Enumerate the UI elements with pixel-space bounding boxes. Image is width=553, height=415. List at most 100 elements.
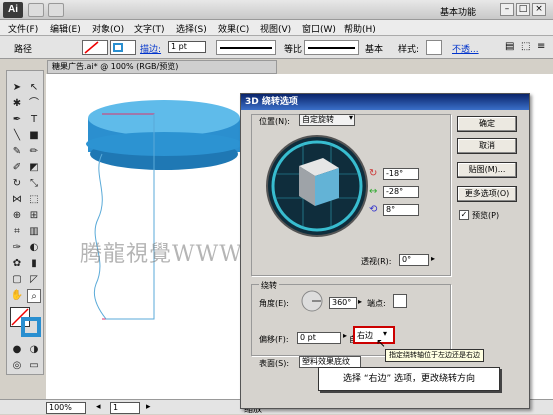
pen-tool-icon[interactable]: ✒ [10,113,24,127]
surface-value: 塑料效果底纹 [302,357,350,366]
menu-object[interactable]: 对象(O) [92,22,124,35]
angle-label: 角度(E): [259,299,289,308]
gradient-mode-icon[interactable]: ◑ [27,343,41,357]
perspective-arrow-icon[interactable]: ▸ [431,254,435,263]
free-transform-tool-icon[interactable]: ⬚ [27,193,41,207]
scale-tool-icon[interactable]: ⤡ [27,177,41,191]
screen-mode-icon[interactable]: ▭ [27,359,41,373]
cap-label: 端点: [367,299,386,308]
menu-type[interactable]: 文字(T) [134,22,165,35]
eraser-tool-icon[interactable]: ◩ [27,161,41,175]
bridge-icon[interactable] [28,3,44,17]
y-rotation-icon: ↔ [369,186,378,197]
graphic-style-swatch[interactable] [426,40,442,55]
edge-dropdown[interactable]: 右边 ▾ [353,326,395,344]
cancel-button[interactable]: 取消 [457,138,517,154]
angle-field[interactable]: 360° [329,297,357,309]
zoom-field[interactable]: 100% [46,402,86,414]
variable-width-profile[interactable] [216,40,276,55]
angle-arrow-icon[interactable]: ▸ [358,297,362,306]
close-button[interactable]: × [532,3,546,16]
stroke-weight-field[interactable]: 1 pt [168,41,206,53]
instruction-callout: 选择 “右边” 选项，更改绕转方向 [318,367,500,391]
z-rotation-icon: ⟲ [369,204,378,215]
menu-effect[interactable]: 效果(C) [218,22,249,35]
type-tool-icon[interactable]: T [27,113,41,127]
direct-selection-tool-icon[interactable]: ↖ [27,81,41,95]
map-art-button[interactable]: 贴图(M)... [457,162,517,178]
brush-definition[interactable] [304,40,359,55]
fill-swatch[interactable] [82,40,108,55]
pencil-tool-icon[interactable]: ✏ [27,145,41,159]
shape-builder-tool-icon[interactable]: ⊕ [10,209,24,223]
blend-tool-icon[interactable]: ◐ [27,241,41,255]
menu-help[interactable]: 帮助(H) [344,22,376,35]
eyedropper-tool-icon[interactable]: ✑ [10,241,24,255]
perspective-grid-tool-icon[interactable]: ⊞ [27,209,41,223]
workspace-switcher[interactable]: 基本功能 [440,5,476,18]
menu-select[interactable]: 选择(S) [176,22,207,35]
position-dropdown[interactable]: 自定旋转 [299,114,355,126]
angle-dial[interactable] [299,290,325,312]
symbol-sprayer-tool-icon[interactable]: ✿ [10,257,24,271]
stroke-link[interactable]: 描边: [140,42,161,55]
mesh-tool-icon[interactable]: ⌗ [10,225,24,239]
artboard-tool-icon[interactable]: ▢ [10,273,24,287]
perspective-field[interactable]: 0° [399,254,429,266]
mouse-cursor-icon: ↖ [376,336,387,350]
offset-field[interactable]: 0 pt [297,332,341,344]
zoom-tool-icon[interactable]: ⌕ [27,289,41,303]
gradient-tool-icon[interactable]: ▥ [27,225,41,239]
menu-edit[interactable]: 编辑(E) [50,22,81,35]
more-options-button[interactable]: 更多选项(O) [457,186,517,202]
width-tool-icon[interactable]: ⋈ [10,193,24,207]
preview-checkbox[interactable]: ✓ [459,210,469,220]
z-rotation-field[interactable]: 8° [383,204,419,216]
edge-value: 右边 [357,331,373,340]
arrange-documents-icon[interactable] [48,3,64,17]
blob-brush-tool-icon[interactable]: ✐ [10,161,24,175]
magic-wand-tool-icon[interactable]: ✱ [10,97,24,111]
menu-view[interactable]: 视图(V) [260,22,291,35]
lasso-tool-icon[interactable]: ⌒ [27,97,41,111]
next-page-icon[interactable]: ▸ [146,402,151,412]
maximize-button[interactable]: □ [516,3,530,16]
cap-on-icon[interactable] [393,294,407,308]
y-rotation-field[interactable]: -28° [383,186,419,198]
paintbrush-tool-icon[interactable]: ✎ [10,145,24,159]
position-label: 位置(N): [259,117,290,126]
panel-menu-icon[interactable]: ≡ [537,41,545,52]
transform-icon[interactable]: ⬚ [521,41,530,52]
align-icon[interactable]: ▤ [505,41,514,52]
tools-panel: ➤ ↖ ✱ ⌒ ✒ T ╲ ■ ✎ ✏ ✐ ◩ ↻ ⤡ ⋈ ⬚ ⊕ ⊞ ⌗ ▥ … [6,70,44,375]
selection-tool-icon[interactable]: ➤ [10,81,24,95]
column-graph-tool-icon[interactable]: ▮ [27,257,41,271]
rotation-track-cube[interactable] [265,134,369,238]
ok-button[interactable]: 确定 [457,116,517,132]
revolve-group-label: 绕转 [259,280,279,291]
selection-type-label: 路径 [14,45,33,55]
menu-file[interactable]: 文件(F) [8,22,38,35]
rectangle-tool-icon[interactable]: ■ [27,129,41,143]
menu-window[interactable]: 窗口(W) [302,22,336,35]
x-rotation-field[interactable]: -18° [383,168,419,180]
position-value: 自定旋转 [302,115,334,124]
stroke-swatch[interactable] [110,40,136,55]
first-page-icon[interactable]: ◂ [96,402,101,412]
offset-arrow-icon[interactable]: ▸ [343,331,347,340]
preview-label: 预览(P) [472,211,500,220]
rotate-tool-icon[interactable]: ↻ [10,177,24,191]
slice-tool-icon[interactable]: ◸ [27,273,41,287]
cap-off-icon[interactable] [413,294,427,308]
minimize-button[interactable]: – [500,3,514,16]
stroke-color-box[interactable] [21,317,41,337]
line-tool-icon[interactable]: ╲ [10,129,24,143]
document-tab[interactable]: 糖果广告.ai* @ 100% (RGB/预览) [47,60,277,74]
opacity-link[interactable]: 不透... [452,42,479,55]
hand-tool-icon[interactable]: ✋ [10,289,24,303]
x-rotation-icon: ↻ [369,168,378,179]
color-mode-icon[interactable]: ● [10,343,24,357]
draw-mode-icon[interactable]: ◎ [10,359,24,373]
page-field[interactable]: 1 [110,402,140,414]
chevron-down-icon[interactable]: ▾ [349,113,353,122]
